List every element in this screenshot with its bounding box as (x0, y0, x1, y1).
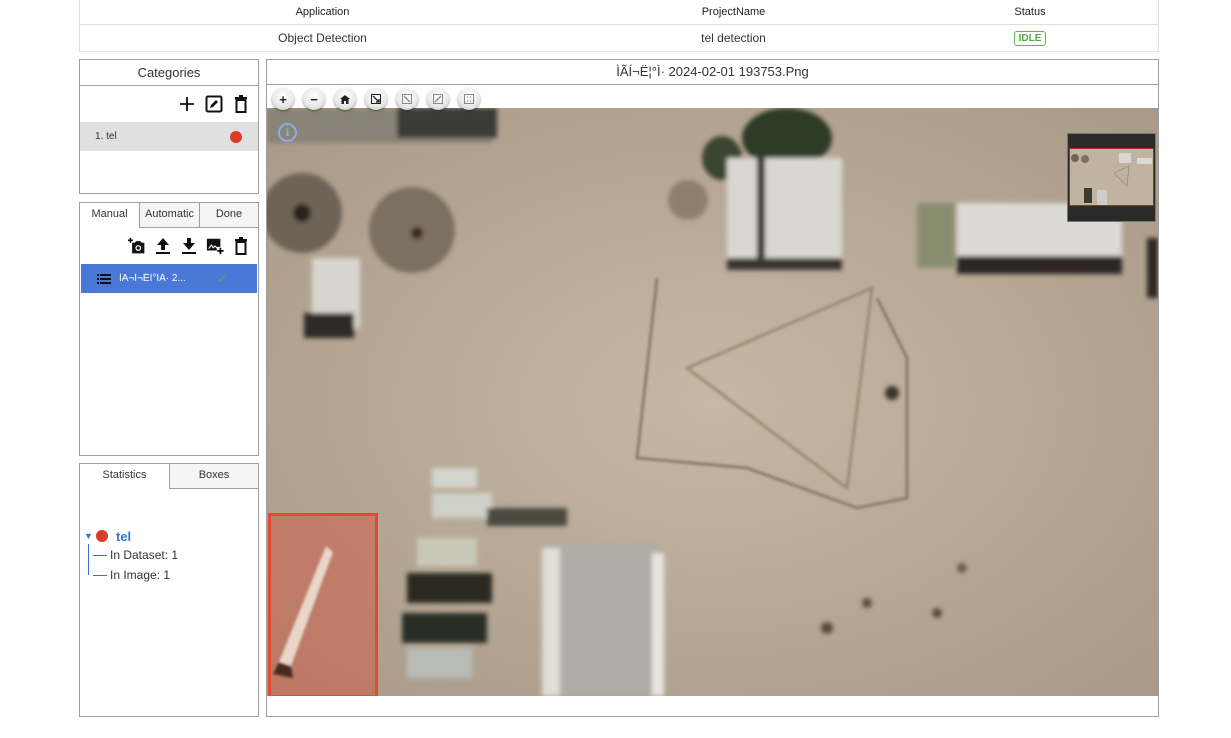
delete-image-button[interactable] (232, 237, 250, 255)
application-value: Object Detection (278, 31, 367, 45)
caret-down-icon[interactable]: ▼ (84, 531, 96, 541)
category-color-dot[interactable] (230, 130, 242, 143)
category-color-dot (96, 530, 108, 542)
fullscreen-button[interactable] (365, 88, 387, 110)
home-icon (340, 94, 350, 104)
image-list-panel: Manual Automatic Done ÌÃ¬Í­¬ËÌ°ÌÃ· 2... … (79, 202, 259, 456)
image-canvas[interactable]: i (267, 108, 1158, 696)
minus-icon: − (310, 91, 318, 107)
upload-icon (156, 238, 170, 254)
categories-panel: Categories 1. tel (79, 59, 259, 194)
tree-child-image-count: In Image: 1 (84, 565, 258, 585)
home-button[interactable] (334, 88, 356, 110)
categories-title: Categories (80, 60, 258, 86)
project-name-value: tel detection (701, 31, 766, 45)
trash-icon (235, 237, 247, 255)
add-photo-button[interactable] (128, 237, 146, 255)
tab-automatic[interactable]: Automatic (139, 203, 199, 228)
flip-icon (464, 94, 474, 104)
info-icon[interactable]: i (278, 123, 297, 142)
header-project-name: ProjectName (701, 6, 766, 18)
add-image-button[interactable] (206, 237, 224, 255)
add-image-icon (206, 238, 224, 255)
fullscreen-icon (371, 94, 381, 104)
flip-button[interactable] (458, 88, 480, 110)
upload-button[interactable] (154, 237, 172, 255)
download-button[interactable] (180, 237, 198, 255)
add-photo-icon (128, 237, 145, 254)
tree-node-tel[interactable]: ▼ tel (84, 527, 258, 545)
header-status: Status (1014, 6, 1046, 18)
check-icon: ✓ (217, 270, 228, 286)
info-table-header: Application ProjectName Status (80, 0, 1158, 25)
tab-done[interactable]: Done (199, 203, 258, 228)
bounding-box-tel[interactable] (268, 513, 378, 696)
image-viewer-panel: Ì­ÃÍ­¬Ë¦°Ì­· 2024-02-01 193753.Png + − (266, 59, 1159, 717)
category-item[interactable]: 1. tel (80, 122, 258, 151)
edit-category-button[interactable] (205, 95, 223, 113)
rotate-right-icon (433, 94, 443, 104)
delete-category-button[interactable] (232, 95, 250, 113)
image-toolbar (80, 228, 258, 264)
plus-icon (180, 97, 194, 111)
tree-node-label: tel (116, 528, 132, 544)
add-category-button[interactable] (178, 95, 196, 113)
tab-statistics[interactable]: Statistics (80, 464, 169, 489)
satellite-image (267, 108, 1158, 696)
image-list-item[interactable]: ÌÃ¬Í­¬ËÌ°ÌÃ· 2... ✓ (81, 264, 257, 293)
rotate-left-icon (402, 94, 412, 104)
statistics-tabs: Statistics Boxes (80, 464, 258, 489)
categories-toolbar (80, 86, 258, 122)
viewer-nav-buttons: + − (272, 88, 480, 110)
minimap-viewport[interactable] (1069, 148, 1154, 206)
tab-manual[interactable]: Manual (80, 203, 139, 228)
plus-icon: + (279, 91, 287, 107)
list-icon (97, 273, 111, 284)
project-info-table: Application ProjectName Status Object De… (79, 0, 1159, 52)
zoom-out-button[interactable]: − (303, 88, 325, 110)
statistics-tree: ▼ tel In Dataset: 1 In Image: 1 (80, 489, 258, 585)
detected-object (273, 546, 333, 678)
tree-child-dataset-count: In Dataset: 1 (84, 545, 258, 565)
minimap[interactable] (1067, 133, 1156, 222)
statistics-panel: Statistics Boxes ▼ tel In Dataset: 1 In … (79, 463, 259, 717)
image-title: Ì­ÃÍ­¬Ë¦°Ì­· 2024-02-01 193753.Png (267, 60, 1158, 85)
image-list-tabs: Manual Automatic Done (80, 203, 258, 228)
status-badge: IDLE (1013, 31, 1047, 46)
zoom-in-button[interactable]: + (272, 88, 294, 110)
rotate-right-button[interactable] (427, 88, 449, 110)
tree-connector-line (88, 544, 89, 575)
image-name: ÌÃ¬Í­¬ËÌ°ÌÃ· 2... (119, 273, 186, 284)
trash-icon (235, 95, 247, 113)
header-application: Application (295, 6, 350, 18)
rotate-left-button[interactable] (396, 88, 418, 110)
tab-boxes[interactable]: Boxes (169, 464, 258, 489)
category-label: 1. tel (95, 131, 117, 142)
download-icon (182, 238, 196, 254)
edit-icon (205, 95, 223, 113)
info-table-row: Object Detection tel detection IDLE (80, 25, 1158, 51)
